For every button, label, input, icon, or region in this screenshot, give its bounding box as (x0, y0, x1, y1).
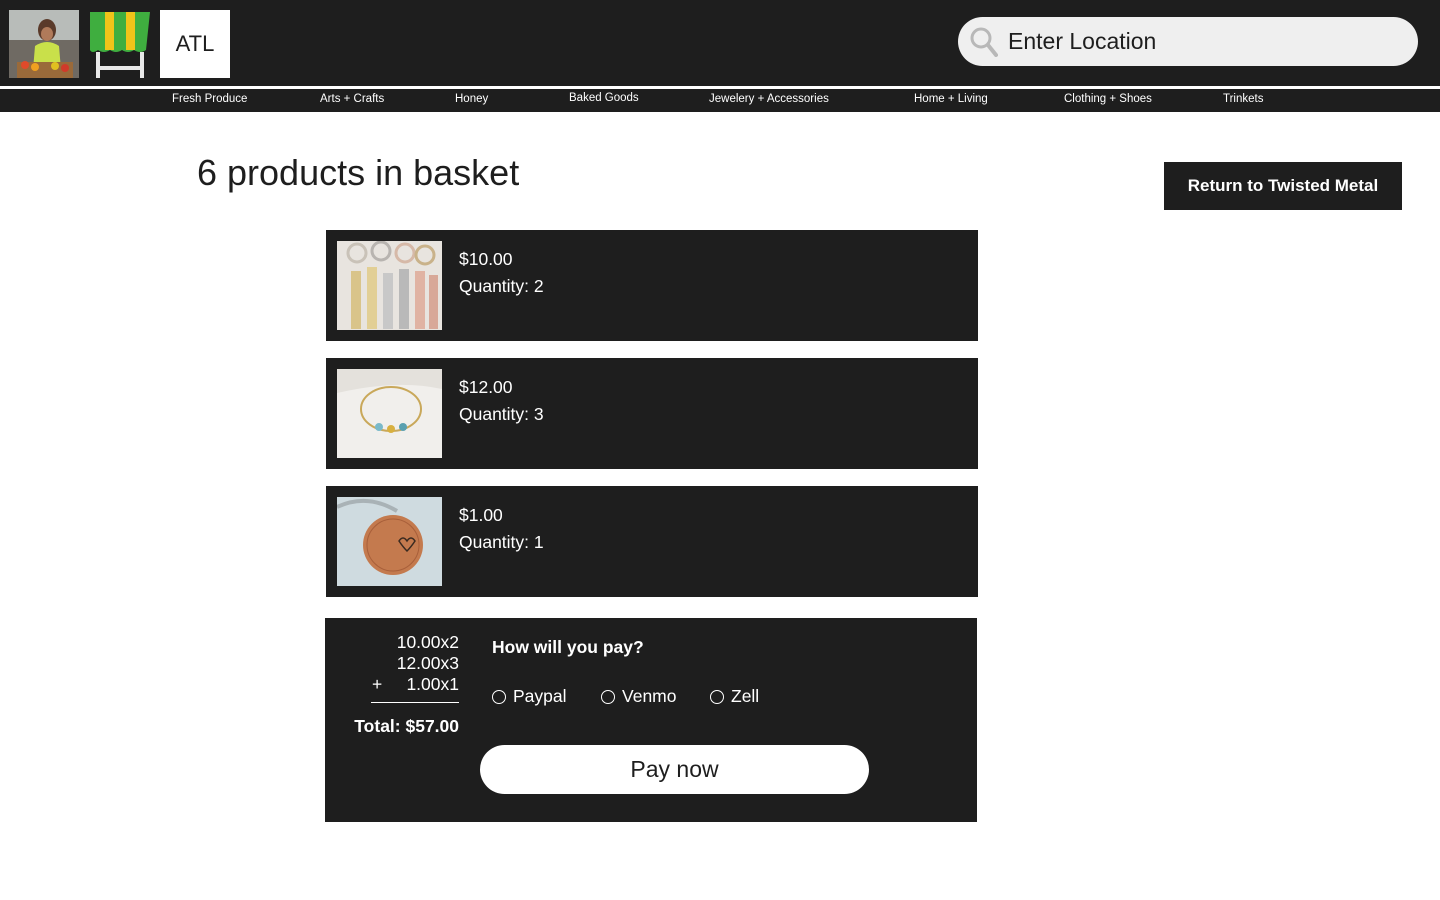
category-nav: Fresh Produce Arts + Crafts Honey Baked … (0, 89, 1440, 112)
return-to-shop-button[interactable]: Return to Twisted Metal (1164, 162, 1402, 210)
item-price: $1.00 (459, 505, 503, 525)
basket-item: $10.00 Quantity: 2 (326, 230, 978, 341)
nav-item-fresh-produce[interactable]: Fresh Produce (172, 93, 247, 105)
calc-line: 1.00x1 (406, 674, 459, 694)
search-icon (970, 27, 998, 57)
nav-item-clothing-shoes[interactable]: Clothing + Shoes (1064, 93, 1152, 105)
location-badge[interactable]: ATL (160, 10, 230, 78)
nav-item-baked-goods[interactable]: Baked Goods (569, 92, 639, 104)
item-price: $12.00 (459, 377, 513, 397)
payment-option-label: Venmo (622, 686, 677, 706)
produce-vendor-photo[interactable] (9, 10, 79, 78)
radio-button[interactable] (492, 689, 506, 704)
payment-option-paypal[interactable]: Paypal (492, 686, 567, 707)
nav-item-jewelery-accessories[interactable]: Jewelery + Accessories (709, 93, 829, 105)
payment-option-venmo[interactable]: Venmo (601, 686, 676, 707)
payment-option-label: Paypal (513, 686, 567, 706)
location-search-input[interactable] (1008, 17, 1403, 66)
nav-item-home-living[interactable]: Home + Living (914, 93, 988, 105)
basket-item: $12.00 Quantity: 3 (326, 358, 978, 469)
page-title: 6 products in basket (197, 152, 520, 193)
payment-option-label: Zell (731, 686, 760, 706)
nav-item-honey[interactable]: Honey (455, 93, 488, 105)
basket-item: $1.00 Quantity: 1 (326, 486, 978, 597)
nav-item-trinkets[interactable]: Trinkets (1223, 93, 1263, 105)
radio-button[interactable] (710, 689, 724, 704)
market-stand-logo[interactable] (88, 10, 152, 78)
item-quantity: Quantity: 1 (459, 532, 544, 552)
calc-line: 10.00x2 (396, 632, 459, 652)
location-search[interactable] (958, 17, 1418, 66)
calc-divider (371, 702, 459, 703)
item-quantity: Quantity: 3 (459, 404, 544, 424)
header-bar: ATL (0, 0, 1440, 86)
pay-now-button[interactable]: Pay now (480, 745, 869, 794)
charm-bracelet-image (337, 369, 442, 458)
order-total: Total: $57.00 (354, 716, 459, 736)
radio-button[interactable] (601, 689, 615, 704)
bar-keychains-image (337, 241, 442, 330)
item-quantity: Quantity: 2 (459, 276, 544, 296)
penny-keychain-image (337, 497, 442, 586)
calc-line: 12.00x3 (396, 653, 459, 673)
payment-option-zell[interactable]: Zell (710, 686, 759, 707)
calc-plus-sign: + (372, 674, 383, 694)
payment-question: How will you pay? (492, 637, 644, 657)
nav-item-arts-crafts[interactable]: Arts + Crafts (320, 93, 384, 105)
item-price: $10.00 (459, 249, 513, 269)
checkout-panel: 10.00x2 12.00x3 1.00x1 + Total: $57.00 H… (325, 618, 977, 822)
